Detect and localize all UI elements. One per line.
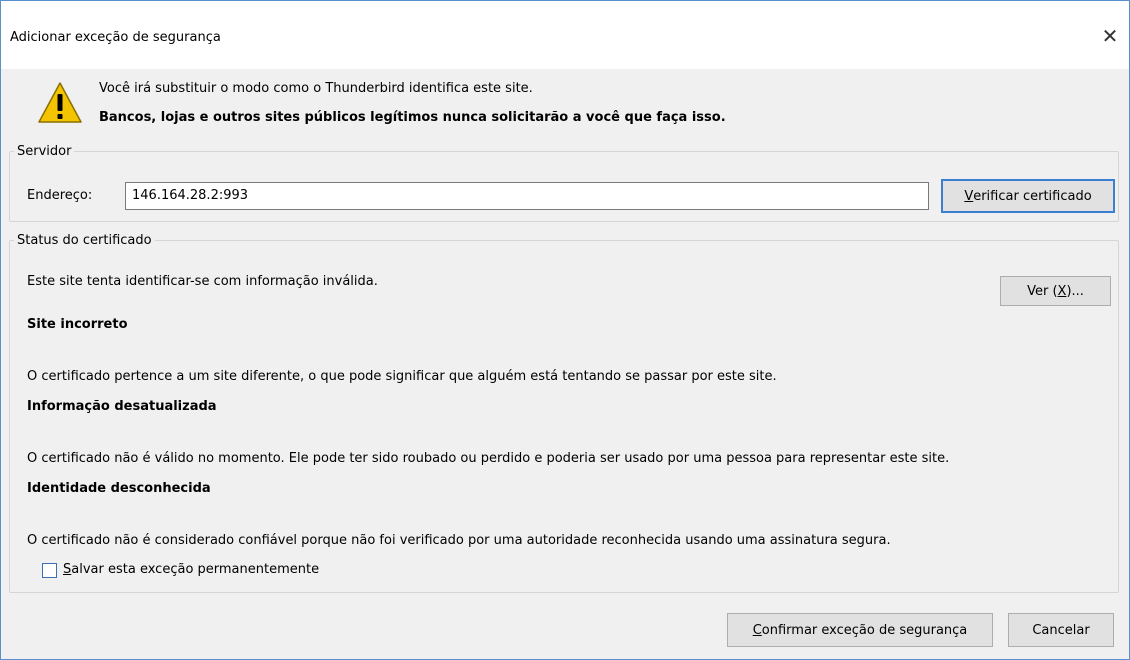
- address-label: Endereço:: [27, 188, 93, 203]
- confirm-label: onfirmar exceção de segurança: [761, 622, 968, 638]
- title-bar: Adicionar exceção de segurança ✕: [1, 1, 1129, 69]
- warning-text-bold: Bancos, lojas e outros sites públicos le…: [99, 110, 726, 125]
- view-certificate-button[interactable]: Ver (X)...: [1000, 276, 1111, 306]
- issue-description: O certificado não é válido no momento. E…: [27, 451, 950, 466]
- issue-heading: Identidade desconhecida: [27, 481, 211, 496]
- certificate-status-label: Status do certificado: [17, 233, 152, 248]
- issue-heading: Site incorreto: [27, 317, 128, 332]
- warning-icon: [38, 82, 82, 123]
- confirm-exception-button[interactable]: Confirmar exceção de segurança: [727, 613, 993, 647]
- save-permanently-label[interactable]: Salvar esta exceção permanentemente: [63, 562, 319, 577]
- verify-certificate-button[interactable]: Verificar certificado: [941, 179, 1115, 213]
- confirm-mnemonic: C: [752, 622, 762, 638]
- save-label-text: alvar esta exceção permanentemente: [71, 562, 320, 577]
- verify-label: erificar certificado: [973, 188, 1092, 204]
- issue-heading: Informação desatualizada: [27, 399, 217, 414]
- certificate-summary: Este site tenta identificar-se com infor…: [27, 274, 378, 289]
- window-title: Adicionar exceção de segurança: [10, 30, 221, 45]
- issue-description: O certificado não é considerado confiáve…: [27, 533, 891, 548]
- issue-description: O certificado pertence a um site diferen…: [27, 369, 777, 384]
- view-label-suffix: )...: [1066, 283, 1084, 299]
- save-permanently-checkbox[interactable]: [42, 563, 57, 578]
- add-security-exception-dialog: Adicionar exceção de segurança ✕ Você ir…: [0, 0, 1130, 660]
- server-group-label: Servidor: [17, 144, 72, 159]
- warning-text: Você irá substituir o modo como o Thunde…: [99, 81, 533, 96]
- close-icon[interactable]: ✕: [1097, 23, 1123, 49]
- view-label-prefix: Ver (: [1027, 283, 1058, 299]
- cancel-button[interactable]: Cancelar: [1008, 613, 1114, 647]
- address-input[interactable]: 146.164.28.2:993: [125, 182, 929, 210]
- view-mnemonic: X: [1057, 283, 1067, 299]
- verify-mnemonic: V: [964, 188, 974, 204]
